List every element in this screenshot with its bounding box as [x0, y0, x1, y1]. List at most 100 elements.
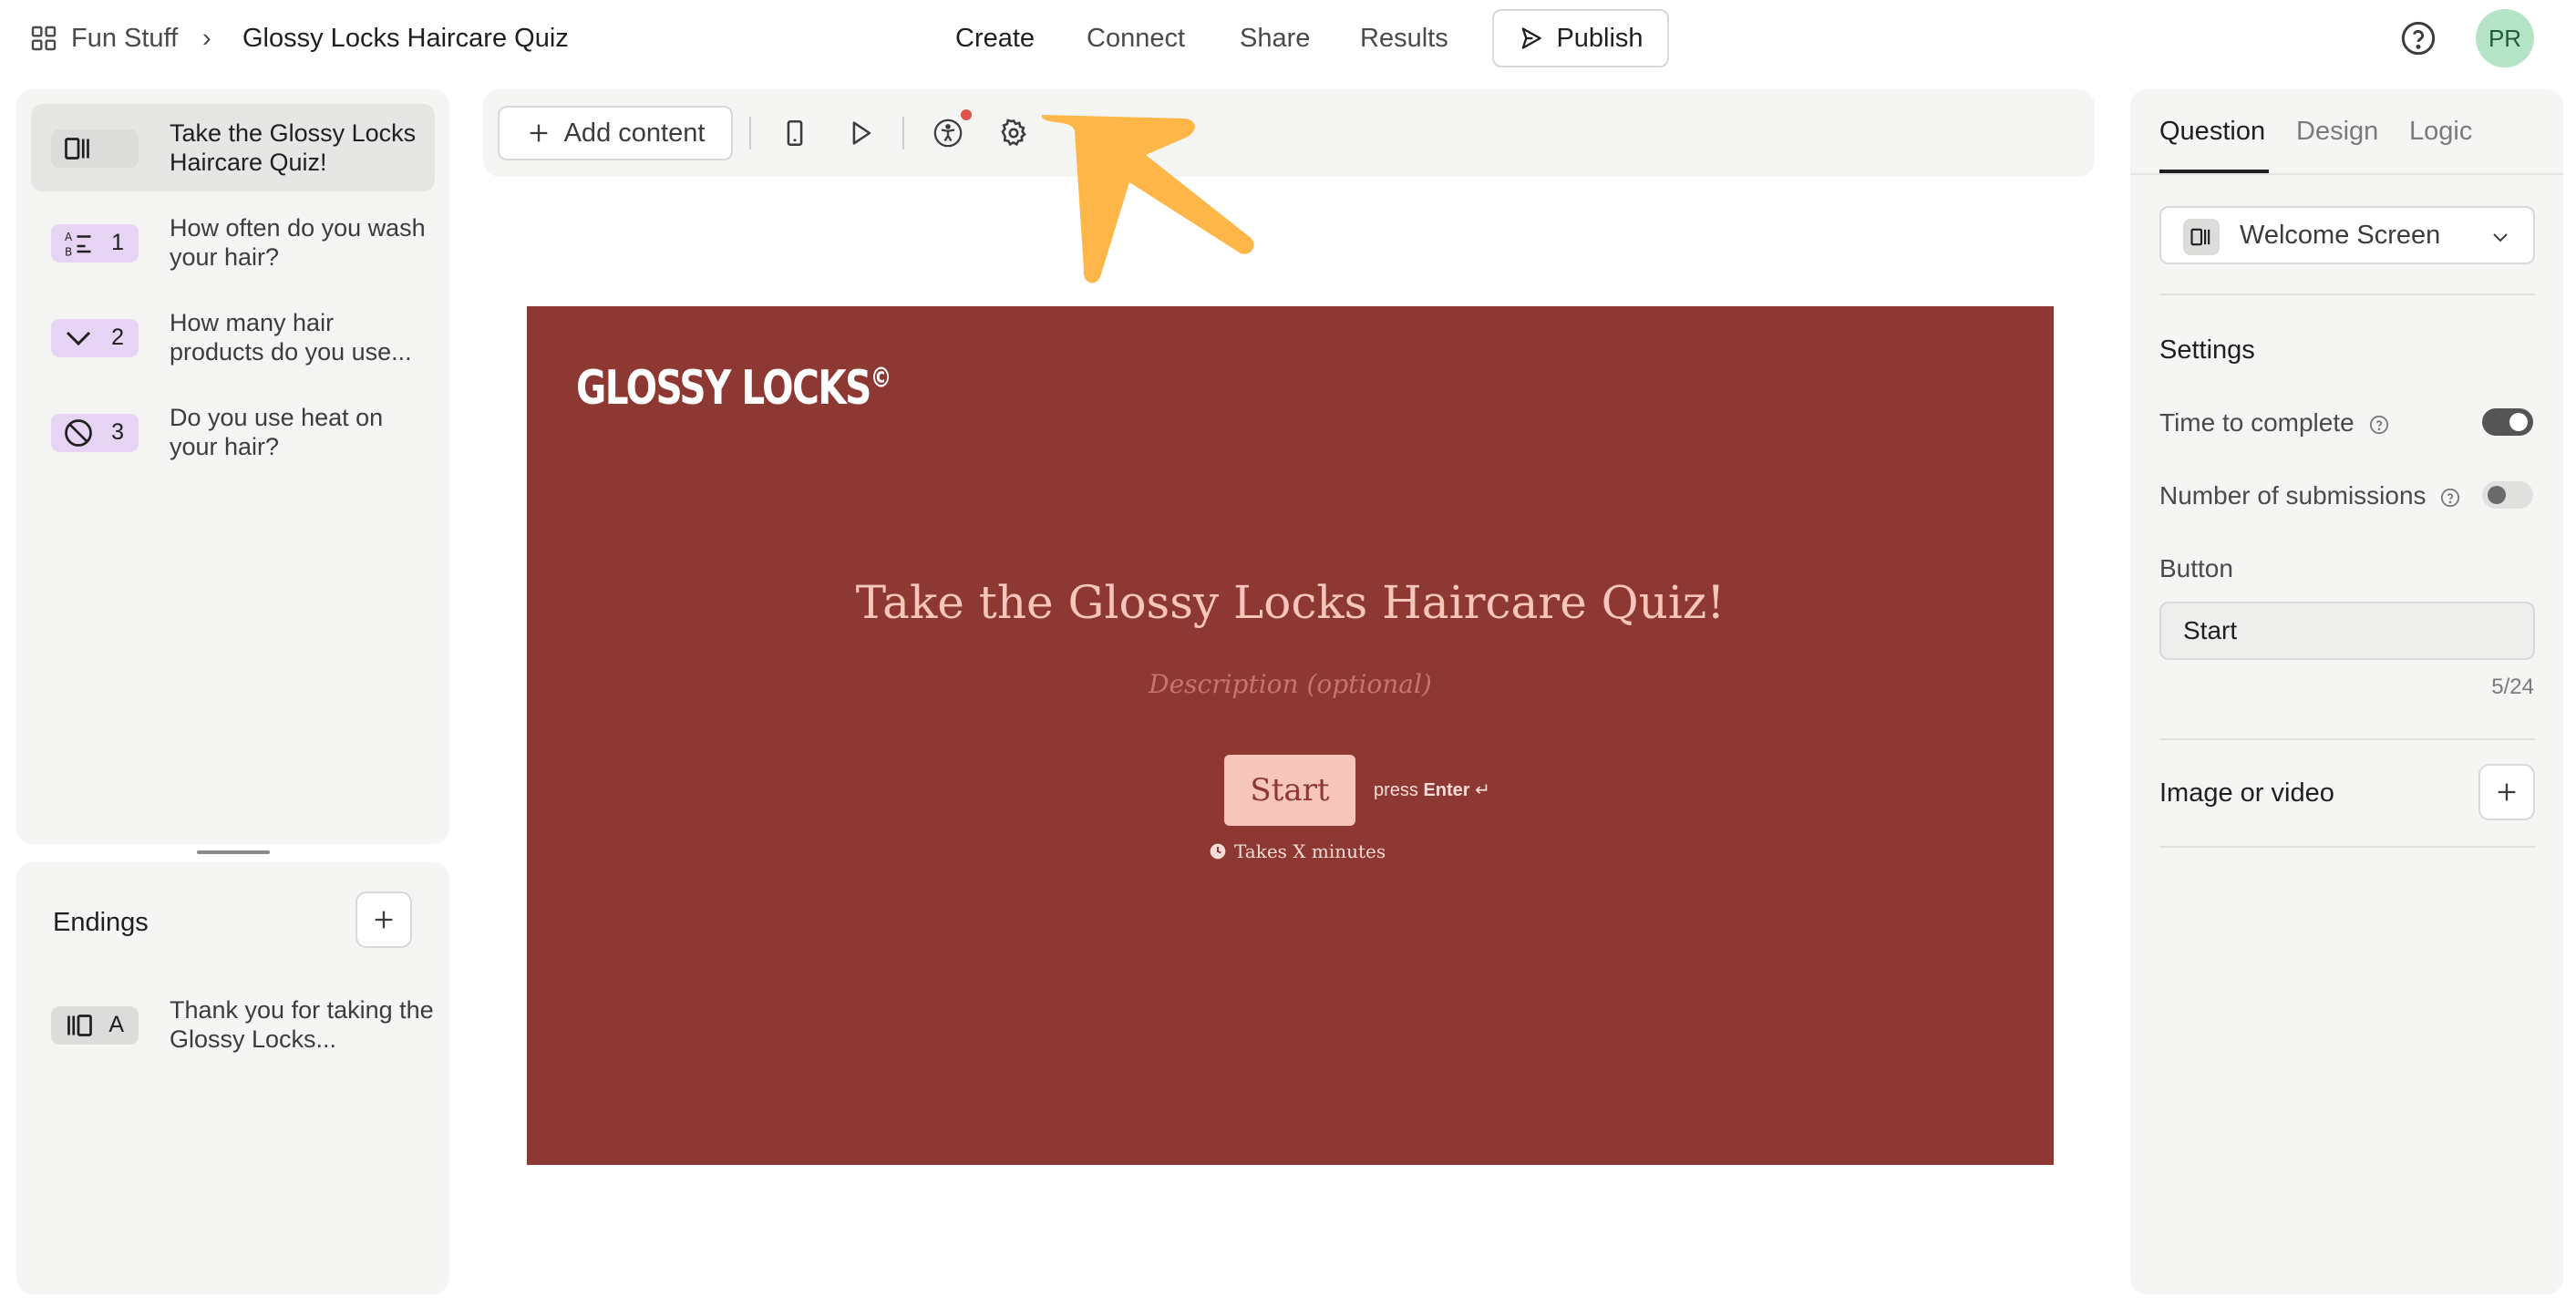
type-icon-container: [2183, 219, 2220, 255]
properties-panel: Question Design Logic Welcome Screen Set…: [2130, 89, 2563, 1294]
form-preview[interactable]: GLOSSY LOCKS© Take the Glossy Locks Hair…: [527, 306, 2054, 1165]
info-help-icon[interactable]: [2369, 415, 2389, 435]
press-label: press: [1374, 780, 1418, 800]
question-type-label: Welcome Screen: [2240, 221, 2441, 250]
section-divider: [2159, 738, 2535, 740]
user-avatar[interactable]: PR: [2476, 9, 2534, 67]
toolbar-divider: [749, 117, 751, 149]
mobile-preview-icon: [787, 119, 803, 147]
question-badge: [51, 129, 139, 168]
button-text-input[interactable]: Start: [2159, 602, 2535, 660]
welcome-screen-icon: [2190, 228, 2210, 246]
active-tab-indicator: [2159, 170, 2269, 173]
question-list-panel: Take the Glossy Locks Haircare Quiz! A B…: [16, 89, 449, 844]
publish-button[interactable]: Publish: [1492, 9, 1669, 67]
breadcrumb-separator: ›: [202, 23, 211, 53]
tabs-divider: [2130, 173, 2563, 175]
nav-results[interactable]: Results: [1360, 18, 1448, 58]
enter-key-icon: ↵: [1475, 780, 1490, 800]
question-number: 3: [111, 419, 124, 445]
welcome-description[interactable]: Description (optional): [527, 669, 2054, 699]
question-number: 2: [111, 324, 124, 350]
plus-icon: [2498, 783, 2516, 801]
svg-text:B: B: [65, 246, 72, 259]
press-enter-hint: press Enter ↵: [1374, 778, 1490, 801]
enter-label: Enter: [1423, 780, 1470, 800]
nav-create[interactable]: Create: [955, 18, 1035, 58]
question-badge: A B 1: [51, 224, 139, 263]
question-item-3[interactable]: 3 Do you use heat on your hair?: [31, 388, 435, 476]
ending-letter: A: [108, 1012, 124, 1037]
add-content-label: Add content: [563, 118, 706, 148]
brand-logo-text: GLOSSY LOCKS: [576, 361, 871, 416]
welcome-title[interactable]: Take the Glossy Locks Haircare Quiz!: [527, 576, 2054, 629]
ending-text: Thank you for taking the Glossy Locks...: [170, 996, 434, 1053]
settings-button[interactable]: [995, 115, 1032, 151]
ending-item-a[interactable]: A Thank you for taking the Glossy Locks.…: [31, 981, 435, 1068]
annotation-arrow-icon: [1041, 115, 1254, 283]
canvas-toolbar: Add content: [483, 89, 2095, 177]
time-to-complete-row: Time to complete: [2159, 408, 2389, 438]
submissions-toggle[interactable]: [2482, 481, 2533, 509]
question-item-2[interactable]: 2 How many hair products do you use...: [31, 294, 435, 381]
workspace-label: Fun Stuff: [71, 23, 179, 53]
mobile-preview-button[interactable]: [777, 115, 813, 151]
tab-logic[interactable]: Logic: [2409, 117, 2472, 147]
welcome-start-button[interactable]: Start: [1224, 755, 1355, 826]
button-heading: Button: [2159, 554, 2233, 582]
time-to-complete-toggle[interactable]: [2482, 408, 2533, 436]
question-text: Do you use heat on your hair?: [170, 404, 384, 460]
question-badge: 2: [51, 319, 139, 357]
settings-heading: Settings: [2159, 335, 2255, 365]
play-preview-button[interactable]: [842, 115, 879, 151]
character-counter: 5/24: [2491, 675, 2534, 699]
info-help-icon[interactable]: [2440, 488, 2460, 508]
send-icon: [1522, 27, 1542, 49]
question-item-welcome[interactable]: Take the Glossy Locks Haircare Quiz!: [31, 104, 435, 191]
nav-connect[interactable]: Connect: [1087, 18, 1185, 58]
tab-question[interactable]: Question: [2159, 117, 2265, 147]
section-divider: [2159, 294, 2535, 295]
time-to-complete-label: Time to complete: [2159, 408, 2354, 437]
question-badge: 3: [51, 414, 139, 452]
chevron-down-icon: [2493, 233, 2508, 242]
help-icon[interactable]: [2400, 20, 2437, 57]
endings-title: Endings: [53, 908, 149, 937]
add-media-button[interactable]: [2478, 764, 2535, 820]
welcome-screen-icon: [65, 138, 89, 160]
ending-screen-icon: [67, 1015, 92, 1036]
accessibility-icon: [933, 118, 963, 148]
tab-design[interactable]: Design: [2296, 117, 2378, 147]
question-item-1[interactable]: A B 1 How often do you wash your hair?: [31, 199, 435, 286]
nav-share[interactable]: Share: [1240, 18, 1310, 58]
no-heat-icon: [65, 419, 92, 447]
question-text: How many hair products do you use...: [170, 309, 412, 366]
breadcrumb-workspace[interactable]: Fun Stuff: [29, 18, 178, 58]
clock-icon: [1210, 843, 1226, 860]
time-estimate-label: Takes X minutes: [1234, 840, 1386, 862]
submissions-label: Number of submissions: [2159, 481, 2427, 510]
ranking-icon: A B: [65, 231, 91, 259]
toggle-knob: [2509, 413, 2528, 431]
publish-label: Publish: [1556, 23, 1643, 53]
accessibility-button[interactable]: [930, 115, 966, 151]
notification-dot: [961, 109, 972, 120]
toggle-knob: [2488, 486, 2506, 504]
endings-panel: Endings A Thank you for taking the Gloss…: [16, 862, 449, 1294]
add-content-button[interactable]: Add content: [498, 106, 733, 160]
plus-icon: [375, 911, 393, 929]
question-number: 1: [111, 230, 124, 255]
svg-text:A: A: [65, 231, 73, 243]
section-divider: [2159, 846, 2535, 848]
add-ending-button[interactable]: [355, 891, 412, 948]
grid-apps-icon: [31, 26, 57, 51]
brand-copyright: ©: [870, 362, 891, 395]
form-title[interactable]: Glossy Locks Haircare Quiz: [242, 18, 569, 58]
toolbar-divider: [902, 117, 904, 149]
image-video-heading: Image or video: [2159, 778, 2334, 808]
time-estimate: Takes X minutes: [1209, 840, 1386, 862]
ending-badge: A: [51, 1006, 139, 1045]
question-type-select[interactable]: Welcome Screen: [2159, 206, 2535, 264]
panel-resize-handle[interactable]: [197, 850, 270, 854]
play-preview-icon: [852, 121, 871, 145]
